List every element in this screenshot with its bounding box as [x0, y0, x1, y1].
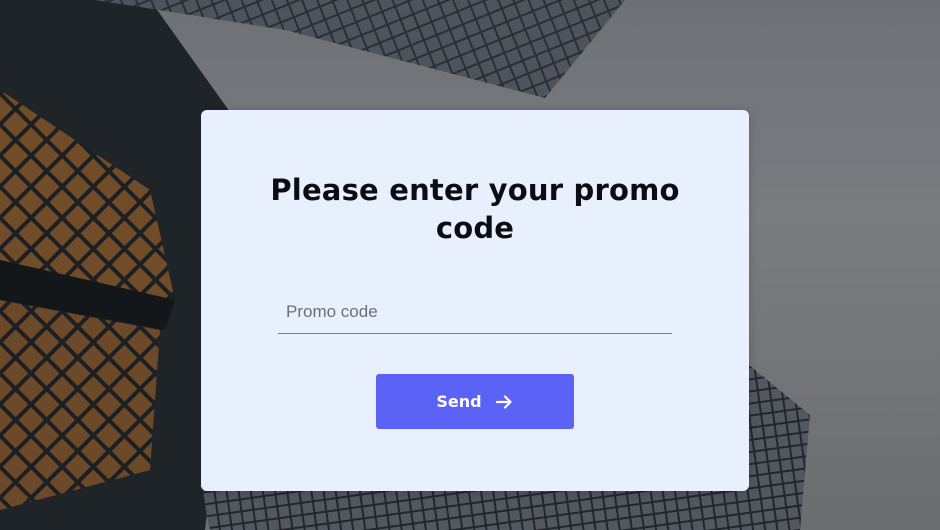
send-button[interactable]: Send — [376, 374, 574, 429]
send-button-label: Send — [436, 392, 482, 411]
dialog-title: Please enter your promo code — [270, 173, 680, 245]
arrow-right-icon — [494, 392, 514, 412]
promo-code-input[interactable] — [278, 294, 672, 334]
promo-code-dialog: Please enter your promo code Send — [201, 110, 749, 491]
promo-code-field — [278, 294, 672, 334]
page: Please enter your promo code Send — [0, 0, 940, 530]
